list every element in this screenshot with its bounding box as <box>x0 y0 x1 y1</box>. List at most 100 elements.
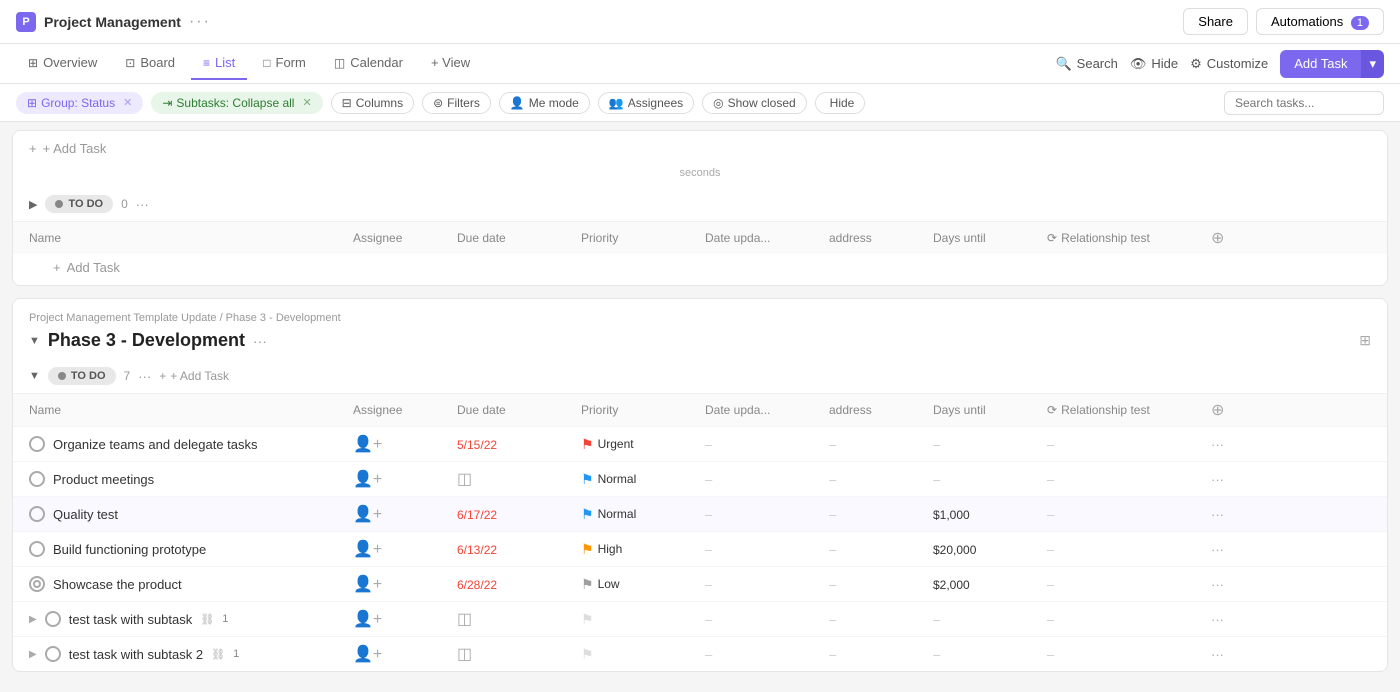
automations-button[interactable]: Automations 1 <box>1256 8 1384 35</box>
hide-button[interactable]: 👁 Hide <box>1130 56 1178 72</box>
tab-list[interactable]: ≡ List <box>191 47 247 80</box>
project-more-button[interactable]: ··· <box>189 13 211 31</box>
section1-add-task-top[interactable]: + + Add Task <box>13 135 1387 162</box>
chip-me-mode[interactable]: 👤 Me mode <box>499 92 590 114</box>
section1-count: 0 <box>121 197 128 211</box>
search-tasks-input[interactable] <box>1224 91 1384 115</box>
task-more[interactable]: ··· <box>1211 437 1251 452</box>
section2-title-left: ▼ Phase 3 - Development ··· <box>29 330 267 351</box>
task-date-updated: – <box>705 472 825 487</box>
task-checkbox[interactable] <box>45 611 61 627</box>
section2-status-more[interactable]: ··· <box>138 369 151 384</box>
add-task-dropdown-arrow[interactable]: ▾ <box>1361 50 1384 78</box>
chip-group-status[interactable]: ⊞ Group: Status ✕ <box>16 92 143 114</box>
task-row[interactable]: Showcase the product 👤+ 6/28/22 ⚑ Low – … <box>13 566 1387 601</box>
tab-calendar[interactable]: ◫ Calendar <box>322 47 415 80</box>
task-checkbox[interactable] <box>29 541 45 557</box>
task-row[interactable]: Build functioning prototype 👤+ 6/13/22 ⚑… <box>13 531 1387 566</box>
header-right: Share Automations 1 <box>1183 8 1384 35</box>
customize-icon: ⚙ <box>1190 56 1202 72</box>
task-checkbox[interactable] <box>29 506 45 522</box>
chip-subtasks[interactable]: ⇥ Subtasks: Collapse all ✕ <box>151 92 322 114</box>
board-icon: ⊡ <box>125 56 135 70</box>
chip-show-closed[interactable]: ◎ Show closed <box>702 92 807 114</box>
tab-board[interactable]: ⊡ Board <box>113 47 187 80</box>
chip-subtasks-close[interactable]: ✕ <box>302 96 311 109</box>
chip-columns[interactable]: ⊟ Columns <box>331 92 414 114</box>
task-checkbox-partial[interactable] <box>29 576 45 592</box>
task-assignee: 👤+ <box>353 644 453 664</box>
task-row[interactable]: ▶ test task with subtask 2 ⛓ 1 👤+ ◫ ⚑ – … <box>13 636 1387 671</box>
col2-add[interactable]: ⊕ <box>1211 400 1251 420</box>
task-row[interactable]: Product meetings 👤+ ◫ ⚑ Normal – – – – ·… <box>13 461 1387 496</box>
task-more[interactable]: ··· <box>1211 647 1251 662</box>
row-more-icon[interactable]: ··· <box>1211 472 1224 487</box>
task-priority: ⚑ Urgent <box>581 436 701 453</box>
col-add[interactable]: ⊕ <box>1211 228 1251 248</box>
task-more[interactable]: ··· <box>1211 507 1251 522</box>
task-checkbox[interactable] <box>29 436 45 452</box>
row-more-icon[interactable]: ··· <box>1211 577 1224 592</box>
task-days-until: $2,000 <box>933 577 1043 592</box>
chip-close-icon[interactable]: ✕ <box>123 96 132 109</box>
section2-add-task-inline[interactable]: + + Add Task <box>159 369 229 383</box>
chip-filters[interactable]: ⊜ Filters <box>422 92 491 114</box>
assignee-icon: 👤+ <box>353 611 382 628</box>
relationship-icon: ⟳ <box>1047 231 1057 245</box>
section2-container: Project Management Template Update / Pha… <box>12 298 1388 672</box>
expand-arrow[interactable]: ▶ <box>29 614 37 625</box>
assignees-icon: 👥 <box>609 96 624 110</box>
expand-arrow[interactable]: ▶ <box>29 649 37 660</box>
task-more[interactable]: ··· <box>1211 542 1251 557</box>
task-address: – <box>829 612 929 627</box>
task-more[interactable]: ··· <box>1211 612 1251 627</box>
add-column-icon[interactable]: ⊕ <box>1211 228 1224 248</box>
task-assignee: 👤+ <box>353 539 453 559</box>
customize-button[interactable]: ⚙ Customize <box>1190 56 1268 72</box>
add-column-icon2[interactable]: ⊕ <box>1211 400 1224 420</box>
add-plus-icon: + <box>29 141 37 156</box>
row-more-icon[interactable]: ··· <box>1211 437 1224 452</box>
task-due-date: 6/13/22 <box>457 542 577 557</box>
row-more-icon[interactable]: ··· <box>1211 507 1224 522</box>
add-task-button[interactable]: Add Task <box>1280 50 1361 78</box>
row-more-icon[interactable]: ··· <box>1211 542 1224 557</box>
section1-status-badge[interactable]: TO DO <box>45 195 113 213</box>
phase-more-button[interactable]: ··· <box>253 333 267 349</box>
group-status-icon: ⊞ <box>27 96 37 110</box>
tab-form[interactable]: □ Form <box>251 47 318 80</box>
col-name: Name <box>29 231 349 245</box>
tab-overview[interactable]: ⊞ Overview <box>16 47 109 80</box>
task-more[interactable]: ··· <box>1211 577 1251 592</box>
col2-name: Name <box>29 403 349 417</box>
assignee-icon: 👤+ <box>353 506 382 523</box>
chip-hide[interactable]: Hide <box>815 92 866 114</box>
task-days-until: $1,000 <box>933 507 1043 522</box>
section2-status-badge[interactable]: TO DO <box>48 367 116 385</box>
task-name-cell: ▶ test task with subtask ⛓ 1 <box>29 611 349 627</box>
task-more[interactable]: ··· <box>1211 472 1251 487</box>
task-row[interactable]: Organize teams and delegate tasks 👤+ 5/1… <box>13 426 1387 461</box>
task-relationship: – <box>1047 612 1207 627</box>
task-checkbox[interactable] <box>29 471 45 487</box>
section2-collapse-arrow[interactable]: ▼ <box>29 335 40 347</box>
task-assignee: 👤+ <box>353 574 453 594</box>
section2-collapse-arrow2[interactable]: ▼ <box>29 370 40 382</box>
row-more-icon[interactable]: ··· <box>1211 647 1224 662</box>
search-button[interactable]: 🔍 Search <box>1055 56 1117 72</box>
section2-grid-icon[interactable]: ⊞ <box>1359 332 1371 349</box>
section1-container: + + Add Task seconds ▶ TO DO 0 ··· Name … <box>12 130 1388 286</box>
share-button[interactable]: Share <box>1183 8 1248 35</box>
section1-collapse-arrow[interactable]: ▶ <box>29 198 37 211</box>
row-more-icon[interactable]: ··· <box>1211 612 1224 627</box>
task-row[interactable]: ▶ test task with subtask ⛓ 1 👤+ ◫ ⚑ – – … <box>13 601 1387 636</box>
task-date-updated: – <box>705 577 825 592</box>
section1-add-task-bottom[interactable]: + Add Task <box>13 254 1387 281</box>
tab-add-view[interactable]: + View <box>419 47 482 80</box>
task-row[interactable]: Quality test 👤+ 6/17/22 ⚑ Normal – – $1,… <box>13 496 1387 531</box>
nav-tabs-left: ⊞ Overview ⊡ Board ≡ List □ Form ◫ Calen… <box>16 47 482 80</box>
chip-assignees[interactable]: 👥 Assignees <box>598 92 694 114</box>
top-header: P Project Management ··· Share Automatio… <box>0 0 1400 44</box>
section1-status-more[interactable]: ··· <box>136 197 149 212</box>
task-checkbox[interactable] <box>45 646 61 662</box>
